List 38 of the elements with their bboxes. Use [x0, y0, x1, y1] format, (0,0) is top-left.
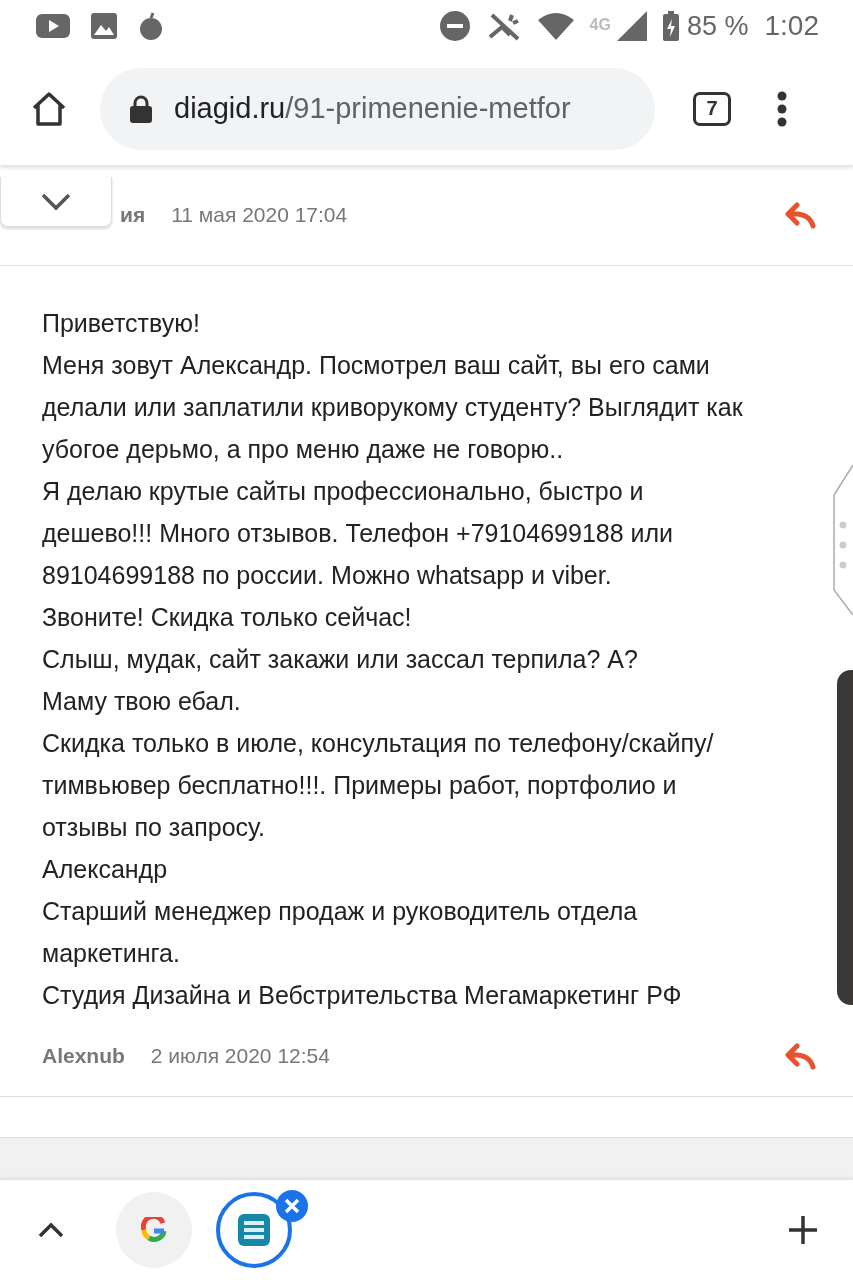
battery-charging-icon — [662, 11, 679, 41]
collapse-button[interactable] — [0, 177, 112, 227]
new-tab-icon[interactable] — [787, 1214, 819, 1246]
network-type: 4G — [589, 16, 611, 34]
comment-date: 2 июля 2020 12:54 — [150, 1044, 330, 1068]
bomb-icon — [138, 11, 164, 41]
tab-switcher-button[interactable]: 7 — [693, 91, 731, 126]
video-app-icon — [36, 14, 70, 38]
comment-text: Я делаю крутые сайты профессионально, быстро и дешево!!! Много отзывов. Телефон +79104699188 или 89104699188 по россии. Можно whatsapp и viber. — [42, 476, 675, 591]
side-handle[interactable] — [833, 465, 853, 615]
reply-icon[interactable] — [785, 1042, 817, 1070]
clock: 1:02 — [764, 10, 819, 42]
comment-date: 11 мая 2020 17:04 — [171, 203, 348, 227]
image-icon — [90, 12, 118, 40]
expand-up-icon[interactable] — [38, 1222, 64, 1238]
do-not-disturb-icon — [439, 11, 470, 41]
menu-icon[interactable] — [777, 90, 787, 127]
url-text: diagid.ru/91-primenenie-metfor — [174, 92, 571, 125]
home-button[interactable] — [30, 89, 68, 128]
comment-text: Маму твою ебал. — [42, 686, 242, 717]
comment-text: Звоните! Скидка только сейчас! — [42, 602, 413, 633]
comment-text: Слыш, мудак, сайт закажи или зассал терпила? А? — [42, 644, 639, 675]
comment-text: Приветствую! — [42, 308, 201, 339]
comment-text: Александр — [42, 854, 169, 885]
reply-icon[interactable] — [785, 201, 817, 229]
address-bar[interactable]: diagid.ru/91-primenenie-metfor — [100, 67, 655, 150]
chevron-down-icon — [40, 191, 72, 212]
lock-icon — [130, 94, 152, 123]
comment-text: Студия Дизайна и Вебстрительства Мегамаркетинг РФ — [42, 980, 683, 1011]
signal-icon — [616, 11, 647, 41]
wifi-icon — [537, 12, 574, 40]
comment-text: Меня зовут Александр. Посмотрел ваш сайт, вы его сами делали или заплатили криворукому студенту? Выглядит как убогое дерьмо, а про меню даже не говорю.. — [42, 350, 744, 465]
close-icon[interactable] — [276, 1190, 308, 1222]
comment-text: Скидка только в июле, консультация по телефону/скайпу/тимвьювер бесплатно!!!. Примеры работ, портфолио и отзывы по запросу. — [42, 728, 715, 843]
comment-text: Старший менеджер продаж и руководитель отдела маркетинга. — [42, 896, 639, 969]
battery-percentage: 85 % — [686, 10, 749, 42]
comment-author: Alexnub — [42, 1044, 125, 1068]
comment-author: ия — [120, 203, 146, 227]
